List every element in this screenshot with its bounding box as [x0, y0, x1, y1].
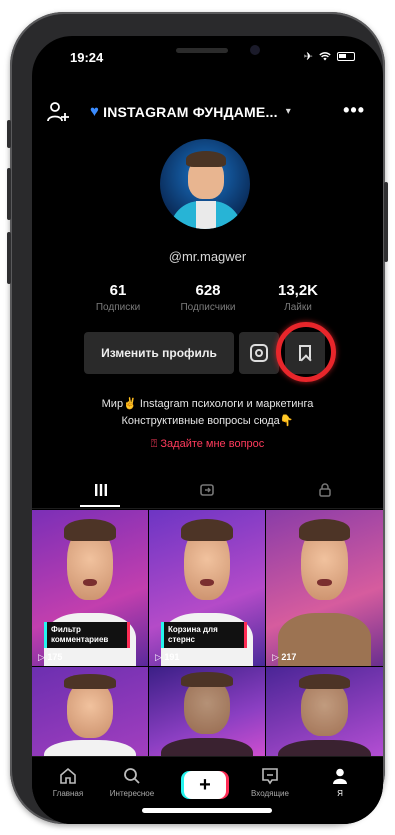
person-mouth: [317, 578, 332, 587]
tab-videos[interactable]: [42, 473, 159, 507]
create-video-button[interactable]: +: [184, 771, 226, 799]
profile-stats: 61 Подписки 628 Подписчики 13,2K Лайки: [78, 282, 338, 322]
bio-line: Конструктивные вопросы сюда👇: [121, 415, 294, 427]
view-count-value: 191: [164, 652, 180, 662]
person-hair: [64, 674, 116, 689]
profile-bio: Мир✌️ Instagram психологи и маркетинга К…: [32, 396, 383, 430]
volume-down-button: [7, 232, 11, 284]
plus-icon: +: [199, 774, 211, 796]
ask-question-label: Задайте мне вопрос: [160, 438, 265, 450]
bottom-nav: Главная Интересное + Входящие Я: [32, 756, 383, 824]
nav-home[interactable]: Главная: [38, 765, 98, 798]
home-icon: [38, 765, 98, 787]
nav-label: Интересное: [109, 789, 155, 798]
view-count-value: 175: [47, 652, 63, 662]
video-thumbnail[interactable]: ▷ 217: [266, 510, 383, 666]
nav-label: Я: [337, 789, 343, 798]
wifi-icon: [319, 52, 331, 61]
view-count-value: 217: [281, 652, 297, 662]
status-time: 19:24: [70, 50, 104, 65]
account-switcher[interactable]: ♥ INSTAGRAM ФУНДАМЕ... ▾: [90, 103, 291, 120]
stat-likes[interactable]: 13,2K Лайки: [258, 282, 338, 313]
nav-label: Главная: [52, 789, 84, 798]
nav-profile[interactable]: Я: [310, 765, 370, 798]
stat-label: Подписчики: [180, 302, 236, 313]
power-button: [384, 182, 388, 262]
person-mouth: [83, 578, 97, 587]
view-count: ▷ 175: [38, 652, 62, 663]
ask-question-link[interactable]: ⍰ Задайте мне вопрос: [32, 438, 383, 451]
video-caption: Фильтр комментариев: [44, 622, 130, 648]
person-hair: [298, 674, 351, 689]
content-tabs: [32, 473, 383, 509]
person-hair: [181, 519, 233, 542]
mute-switch: [7, 120, 11, 148]
speaker: [176, 48, 228, 53]
stat-value: 61: [109, 282, 127, 299]
front-camera: [250, 45, 260, 55]
airplane-icon: ✈: [303, 51, 313, 63]
avatar-shirt: [196, 201, 216, 229]
video-thumbnail[interactable]: [32, 667, 148, 758]
avatar-hair: [186, 151, 226, 167]
avatar[interactable]: [160, 139, 250, 229]
more-icon[interactable]: •••: [343, 100, 365, 121]
video-thumbnail[interactable]: [266, 667, 383, 758]
stat-value: 13,2K: [277, 282, 319, 299]
view-count: ▷ 191: [155, 652, 179, 663]
person-mouth: [200, 578, 214, 587]
video-thumbnail[interactable]: [149, 667, 265, 758]
nav-discover[interactable]: Интересное: [102, 765, 162, 798]
video-thumbnail[interactable]: Корзина для стернс ▷ 191: [149, 510, 265, 666]
inbox-icon: [240, 765, 300, 787]
nav-inbox[interactable]: Входящие: [240, 765, 300, 798]
view-count: ▷ 217: [272, 652, 296, 663]
active-tab-indicator: [80, 505, 120, 507]
instagram-icon: [250, 344, 268, 362]
person-hair: [181, 672, 233, 687]
person-hair: [64, 519, 116, 542]
nav-label: Входящие: [251, 789, 289, 798]
play-icon: ▷: [155, 652, 165, 662]
play-icon: ▷: [38, 652, 48, 662]
profile-icon: [310, 765, 370, 787]
play-icon: ▷: [272, 652, 282, 662]
edit-profile-button[interactable]: Изменить профиль: [84, 332, 234, 374]
search-icon: [102, 765, 162, 787]
stat-value: 628: [195, 282, 221, 299]
battery-icon: [337, 52, 355, 61]
video-caption: Корзина для стернс: [161, 622, 247, 648]
instagram-link-button[interactable]: [239, 332, 279, 374]
blue-heart-icon: ♥: [90, 103, 100, 120]
tab-private[interactable]: [266, 473, 383, 507]
tab-divider: [32, 508, 383, 509]
bio-line: Мир✌️ Instagram психологи и маркетинга: [101, 398, 314, 410]
home-indicator: [142, 808, 272, 813]
stat-label: Подписки: [95, 302, 141, 313]
repost-icon: [199, 484, 214, 496]
tab-reposts[interactable]: [149, 473, 266, 507]
add-user-icon[interactable]: [46, 100, 70, 124]
question-icon: ⍰: [150, 438, 161, 450]
status-icons: ✈: [304, 50, 355, 63]
person-shirt: [160, 737, 254, 758]
grid-icon: [94, 484, 107, 496]
highlight-circle: [276, 322, 336, 382]
stat-followers[interactable]: 628 Подписчики: [168, 282, 248, 313]
stat-label: Лайки: [284, 302, 312, 313]
person-hair: [298, 519, 351, 542]
username: @mr.magwer: [168, 249, 247, 264]
volume-up-button: [7, 168, 11, 220]
video-thumbnail[interactable]: Фильтр комментариев ▷ 175: [32, 510, 148, 666]
chevron-down-icon: ▾: [285, 106, 291, 117]
lock-icon: [318, 483, 331, 497]
phone-screen: 19:24 ✈ ♥ INSTAGRAM ФУНДАМЕ... ▾ ••• @mr…: [32, 36, 383, 824]
stat-following[interactable]: 61 Подписки: [78, 282, 158, 313]
video-grid: Фильтр комментариев ▷ 175 Корзина для ст…: [32, 510, 383, 758]
notch: [118, 36, 296, 70]
page-title: INSTAGRAM ФУНДАМЕ...: [103, 103, 278, 120]
profile-header: ♥ INSTAGRAM ФУНДАМЕ... ▾ •••: [32, 98, 383, 128]
